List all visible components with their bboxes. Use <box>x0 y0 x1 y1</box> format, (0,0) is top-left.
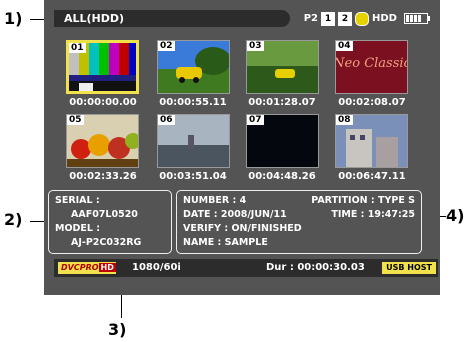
slot-1-indicator: 1 <box>321 11 336 26</box>
serial-value: AAF07L0520 <box>71 209 138 220</box>
battery-icon <box>404 13 430 24</box>
clip-number: 01 <box>69 43 86 53</box>
partition-field: PARTITION : TYPE S <box>311 195 415 206</box>
clip-thumbnail-05[interactable]: 05 <box>66 114 139 168</box>
callout-3: 3) <box>108 320 127 339</box>
source-selector[interactable]: ALL(HDD) <box>54 10 290 27</box>
clip-number: 05 <box>67 115 84 125</box>
model-label: MODEL : <box>55 223 101 234</box>
clip-info-panel: NUMBER : 4 PARTITION : TYPE S DATE : 200… <box>176 190 422 254</box>
verify-field: VERIFY : ON/FINISHED <box>183 223 302 234</box>
title-card-text: Neo Classic <box>336 56 408 71</box>
device-info-panel: SERIAL : AAF07L0520 MODEL : AJ-P2C032RG <box>48 190 172 254</box>
format-bar: DVCPRO HD 1080/60i Dur : 00:00:30.03 USB … <box>54 259 438 277</box>
callout-4: 4) <box>446 206 465 225</box>
hdd-icon <box>355 11 370 26</box>
hdd-label: HDD <box>372 13 397 24</box>
duration-value: Dur : 00:00:30.03 <box>266 262 365 273</box>
slot-2-indicator: 2 <box>338 11 353 26</box>
clip-timecode: 00:03:51.04 <box>159 171 227 182</box>
clip-thumbnail-07[interactable]: 07 <box>246 114 319 168</box>
callout-1: 1) <box>4 9 23 28</box>
clip-timecode: 00:00:00.00 <box>69 97 137 108</box>
date-field: DATE : 2008/JUN/11 <box>183 209 287 220</box>
codec-text: DVCPRO <box>61 263 99 272</box>
clip-number-field: NUMBER : 4 <box>183 195 247 206</box>
p2-label: P2 <box>303 13 319 24</box>
name-field: NAME : SAMPLE <box>183 237 268 248</box>
codec-hd-text: HD <box>98 263 116 272</box>
clip-timecode: 00:00:55.11 <box>159 97 227 108</box>
clip-thumbnail-03[interactable]: 03 <box>246 40 319 94</box>
clip-thumbnail-08[interactable]: 08 <box>335 114 408 168</box>
clip-timecode: 00:04:48.26 <box>248 171 316 182</box>
codec-badge: DVCPRO HD <box>58 262 116 274</box>
format-value: 1080/60i <box>132 262 181 273</box>
source-label: ALL(HDD) <box>64 12 125 25</box>
clip-thumbnail-01[interactable]: 01 <box>66 40 139 94</box>
clip-timecode: 00:02:33.26 <box>69 171 137 182</box>
clip-number: 03 <box>247 41 264 51</box>
clip-number: 02 <box>158 41 175 51</box>
clip-number: 08 <box>336 115 353 125</box>
status-indicators: P2 1 2 HDD <box>303 10 430 27</box>
clip-thumbnail-02[interactable]: 02 <box>157 40 230 94</box>
clip-timecode: 00:01:28.07 <box>248 97 316 108</box>
usb-host-badge: USB HOST <box>382 262 436 274</box>
time-field: TIME : 19:47:25 <box>331 209 415 220</box>
monitor-screen: ALL(HDD) P2 1 2 HDD 01 02 03 Neo Classic… <box>44 0 440 295</box>
clip-number: 06 <box>158 115 175 125</box>
clip-number: 04 <box>336 41 353 51</box>
callout-2: 2) <box>4 210 23 229</box>
model-value: AJ-P2C032RG <box>71 237 142 248</box>
clip-timecode: 00:02:08.07 <box>338 97 406 108</box>
clip-timecode: 00:06:47.11 <box>338 171 406 182</box>
clip-number: 07 <box>247 115 264 125</box>
clip-thumbnail-06[interactable]: 06 <box>157 114 230 168</box>
clip-thumbnail-04[interactable]: Neo Classic 04 <box>335 40 408 94</box>
serial-label: SERIAL : <box>55 195 100 206</box>
